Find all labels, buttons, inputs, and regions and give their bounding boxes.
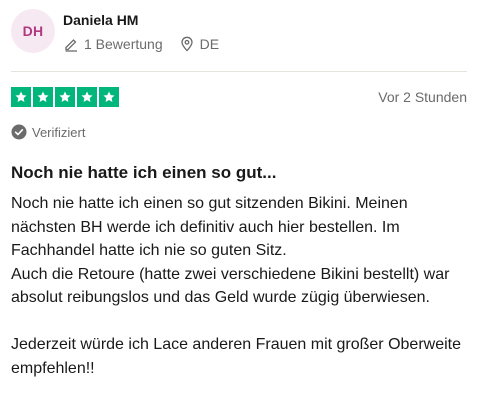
divider (11, 71, 467, 72)
star-icon (33, 87, 53, 107)
star-rating (11, 87, 119, 107)
check-circle-icon (11, 124, 27, 140)
reviewer-name[interactable]: Daniela HM (63, 12, 138, 28)
review-time: Vor 2 Stunden (378, 89, 467, 105)
star-icon (11, 87, 31, 107)
review-title[interactable]: Noch nie hatte ich einen so gut... (11, 163, 276, 183)
location-pin-icon (179, 36, 195, 52)
avatar[interactable]: DH (11, 9, 55, 53)
pencil-icon (63, 36, 79, 52)
reviewer-country: DE (199, 36, 220, 52)
star-icon (55, 87, 75, 107)
verified-label: Verifiziert (32, 124, 86, 140)
star-icon (99, 87, 119, 107)
star-icon (77, 87, 97, 107)
verified-badge[interactable]: Verifiziert (11, 124, 85, 140)
reviewer-meta: 1 Bewertung DE (63, 36, 219, 52)
review-count: 1 Bewertung (84, 36, 163, 52)
review-text: Noch nie hatte ich einen so gut sitzende… (11, 195, 461, 377)
